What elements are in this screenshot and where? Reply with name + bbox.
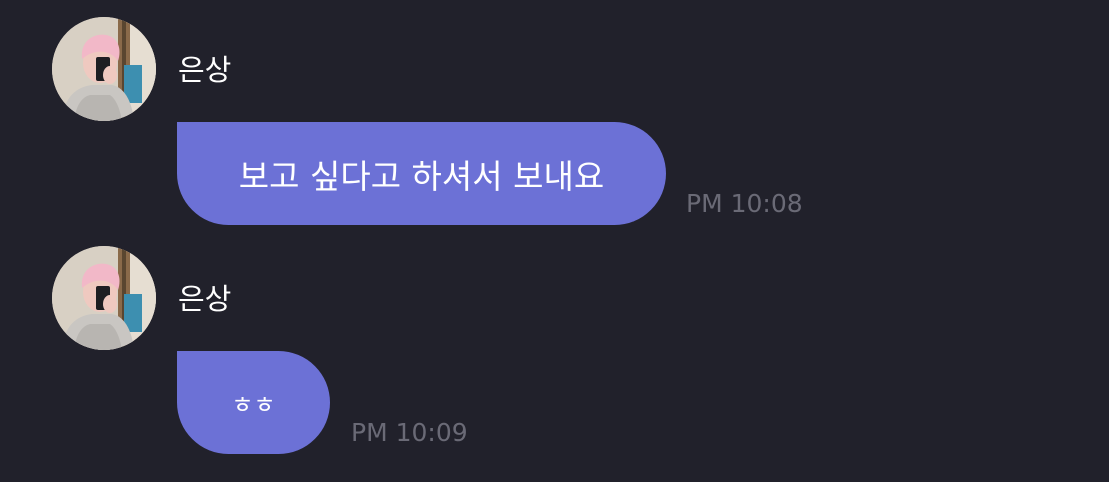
avatar[interactable] xyxy=(52,246,156,350)
message-group: 은상 ㅎㅎ PM 10:09 xyxy=(0,229,1109,457)
sender-name: 은상 xyxy=(178,53,232,87)
avatar[interactable] xyxy=(52,17,156,121)
message-bubble[interactable]: 보고 싶다고 하셔서 보내요 xyxy=(177,122,666,225)
message-bubble[interactable]: ㅎㅎ xyxy=(177,351,330,454)
message-group: 은상 보고 싶다고 하셔서 보내요 PM 10:08 xyxy=(0,0,1109,228)
message-time: PM 10:09 xyxy=(351,418,468,447)
message-time: PM 10:08 xyxy=(686,189,803,218)
profile-photo-icon xyxy=(52,246,156,350)
sender-name: 은상 xyxy=(178,282,232,316)
profile-photo-icon xyxy=(52,17,156,121)
